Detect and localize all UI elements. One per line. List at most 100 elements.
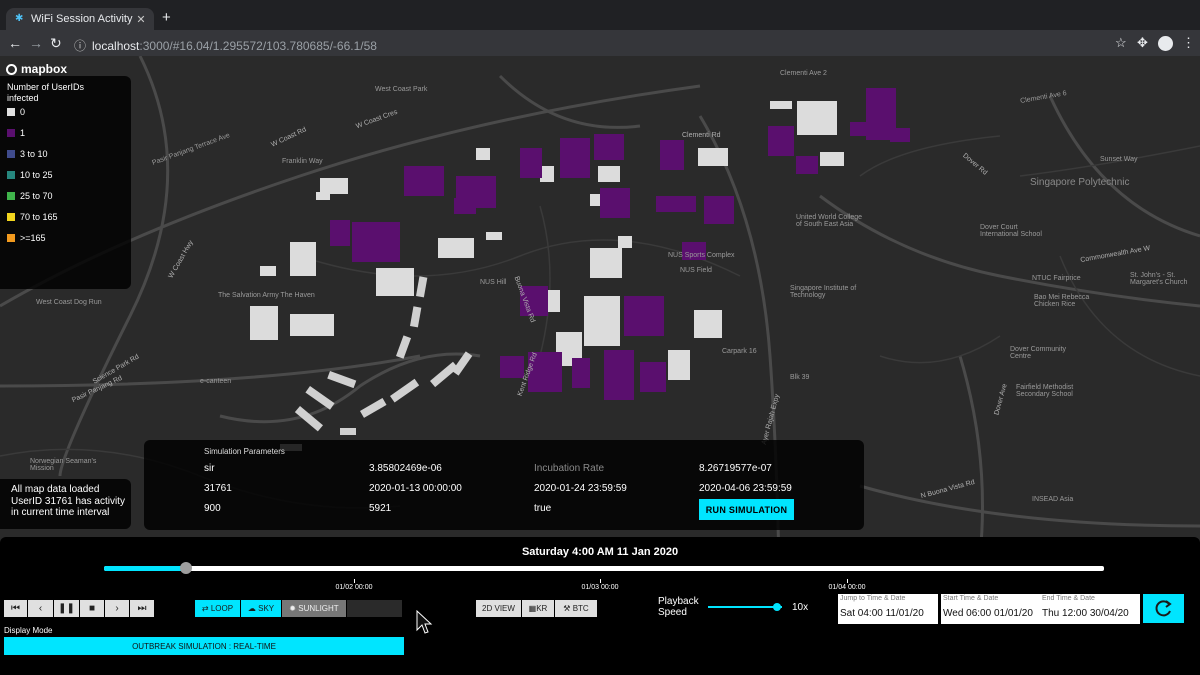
map-label: St. John's - St. Margaret's Church bbox=[1130, 272, 1188, 286]
param-value: 2020-04-06 23:59:59 bbox=[699, 483, 792, 494]
refresh-button[interactable] bbox=[1143, 594, 1184, 623]
skip-end-icon[interactable]: ⏭ bbox=[130, 600, 154, 617]
mapbox-logo-icon bbox=[6, 63, 17, 75]
param-value: 900 bbox=[204, 503, 221, 514]
timeline-fill bbox=[104, 566, 186, 571]
start-datetime-label: Start Time & Date bbox=[943, 595, 999, 602]
display-mode-label: Display Mode bbox=[4, 626, 53, 635]
start-datetime-field[interactable]: Start Time & Date Wed 06:00 01/01/20 bbox=[941, 594, 1041, 624]
legend-item: 70 to 165 bbox=[7, 212, 58, 222]
param-value: 5921 bbox=[369, 503, 392, 514]
param-label: Incubation Rate bbox=[534, 463, 605, 474]
legend-title: Number of UserIDs infected bbox=[7, 82, 85, 103]
map-label: West Coast Park bbox=[375, 86, 428, 93]
url-field[interactable]: ⓘ localhost:3000/#16.04/1.295572/103.7806… bbox=[74, 37, 377, 54]
playback-speed-label: Playback Speed bbox=[658, 596, 699, 618]
browser-tab[interactable]: ✱ WiFi Session Activity Dash ✕ bbox=[6, 8, 154, 30]
jump-datetime-label: Jump to Time & Date bbox=[840, 595, 906, 602]
timeline-slider[interactable] bbox=[104, 562, 1104, 574]
playback-speed-slider[interactable] bbox=[708, 603, 782, 611]
loop-toggle[interactable]: ⇄ LOOP bbox=[195, 600, 240, 617]
map-label: West Coast Dog Run bbox=[36, 299, 102, 306]
start-datetime-value: Wed 06:00 01/01/20 bbox=[943, 608, 1033, 619]
map-label: Fairfield Methodist Secondary School bbox=[1016, 384, 1074, 398]
step-back-icon[interactable]: ‹ bbox=[28, 600, 53, 617]
run-simulation-button[interactable]: RUN SIMULATION bbox=[699, 499, 794, 520]
legend-swatch bbox=[7, 150, 15, 158]
2d-view-button[interactable]: 2D VIEW bbox=[476, 600, 521, 617]
cloud-icon: ☁ bbox=[247, 604, 256, 613]
display-mode-button[interactable]: OUTBREAK SIMULATION : REAL-TIME bbox=[4, 637, 404, 655]
sky-toggle[interactable]: ☁ SKY bbox=[241, 600, 281, 617]
legend-swatch bbox=[7, 171, 15, 179]
map-label: United World College of South East Asia bbox=[796, 214, 863, 228]
legend-swatch bbox=[7, 192, 15, 200]
legend-swatch bbox=[7, 108, 15, 116]
back-icon[interactable]: ← bbox=[8, 35, 22, 51]
map-label: NUS Sports Complex bbox=[668, 252, 735, 259]
new-tab-icon[interactable]: + bbox=[162, 10, 171, 26]
pause-icon[interactable]: ❚❚ bbox=[54, 600, 79, 617]
url-path: :3000/#16.04/1.295572/103.780685/-66.1/5… bbox=[139, 39, 377, 53]
map-label: Dover Community Centre bbox=[1010, 346, 1067, 360]
tab-bar: ✱ WiFi Session Activity Dash ✕ + bbox=[0, 0, 1200, 30]
reload-icon[interactable]: ↻ bbox=[50, 35, 62, 51]
timeline-tick bbox=[354, 579, 355, 583]
param-value: sir bbox=[204, 463, 215, 474]
tab-title: WiFi Session Activity Dash bbox=[31, 13, 134, 25]
sun-icon: ✹ bbox=[289, 604, 296, 613]
map-label: INSEAD Asia bbox=[1032, 496, 1074, 503]
timeline-handle[interactable] bbox=[180, 562, 192, 574]
profile-avatar[interactable] bbox=[1158, 36, 1173, 51]
legend-panel: Number of UserIDs infected 0 1 3 to 10 1… bbox=[0, 76, 131, 289]
legend-swatch bbox=[7, 129, 15, 137]
skip-start-icon[interactable]: ⏮ bbox=[4, 600, 27, 617]
step-forward-icon[interactable]: › bbox=[105, 600, 129, 617]
tools-icon: ⚒ bbox=[563, 604, 571, 613]
kr-button[interactable]: ▦ KR bbox=[522, 600, 554, 617]
close-tab-icon[interactable]: ✕ bbox=[134, 13, 148, 26]
map-label: Sunset Way bbox=[1100, 156, 1138, 163]
btc-button[interactable]: ⚒ BTC bbox=[555, 600, 597, 617]
legend-item: 25 to 70 bbox=[7, 191, 53, 201]
view-controls: 2D VIEW ▦ KR ⚒ BTC bbox=[476, 600, 598, 617]
speed-handle[interactable] bbox=[772, 603, 781, 611]
extensions-icon[interactable]: ✥ bbox=[1137, 35, 1148, 51]
legend-item: >=165 bbox=[7, 233, 46, 243]
simulation-parameters-panel: Simulation Parameters sir 3.85802469e-06… bbox=[144, 440, 864, 530]
bookmark-star-icon[interactable]: ☆ bbox=[1115, 35, 1127, 51]
simulation-parameters-title: Simulation Parameters bbox=[204, 447, 285, 456]
map-label: Singapore Institute of Technology bbox=[790, 285, 857, 299]
playback-speed-value: 10x bbox=[792, 602, 809, 613]
map-label: NUS Field bbox=[680, 267, 712, 274]
map-label: Norwegian Seaman's Mission bbox=[30, 458, 97, 472]
param-value: 31761 bbox=[204, 483, 232, 494]
map-label: Blk 39 bbox=[790, 374, 810, 381]
map-label: NTUC Fairprice bbox=[1032, 275, 1081, 282]
param-value: 8.26719577e-07 bbox=[699, 463, 772, 474]
environment-toggles: ⇄ LOOP ☁ SKY ✹ SUNLIGHT bbox=[195, 600, 403, 617]
address-bar: ← → ↻ ⓘ localhost:3000/#16.04/1.295572/10… bbox=[0, 30, 1200, 56]
refresh-icon bbox=[1155, 600, 1172, 617]
control-panel: Saturday 4:00 AM 11 Jan 2020 01/02 00:00… bbox=[0, 537, 1200, 675]
legend-swatch bbox=[7, 234, 15, 242]
end-datetime-label: End Time & Date bbox=[1042, 595, 1095, 602]
map-label: Carpark 16 bbox=[722, 348, 757, 355]
forward-icon[interactable]: → bbox=[29, 35, 43, 51]
map-label: Singapore Polytechnic bbox=[1030, 177, 1130, 188]
timeline-tick-label: 01/02 00:00 bbox=[335, 584, 373, 591]
param-value: 2020-01-13 00:00:00 bbox=[369, 483, 462, 494]
legend-swatch bbox=[7, 213, 15, 221]
sunlight-toggle[interactable]: ✹ SUNLIGHT bbox=[282, 600, 346, 617]
end-datetime-field[interactable]: End Time & Date Thu 12:00 30/04/20 bbox=[1040, 594, 1140, 624]
loop-icon: ⇄ bbox=[201, 604, 209, 613]
timeline-tick-label: 01/03 00:00 bbox=[581, 584, 619, 591]
jump-datetime-field[interactable]: Jump to Time & Date Sat 04:00 11/01/20 bbox=[838, 594, 938, 624]
timeline-tick bbox=[847, 579, 848, 583]
url-host: localhost bbox=[92, 39, 140, 53]
menu-dots-icon[interactable]: ⋮ bbox=[1182, 35, 1195, 51]
end-datetime-value: Thu 12:00 30/04/20 bbox=[1042, 608, 1129, 619]
stop-icon[interactable]: ■ bbox=[80, 600, 104, 617]
timeline-tick bbox=[600, 579, 601, 583]
extra-toggle[interactable] bbox=[347, 600, 402, 617]
